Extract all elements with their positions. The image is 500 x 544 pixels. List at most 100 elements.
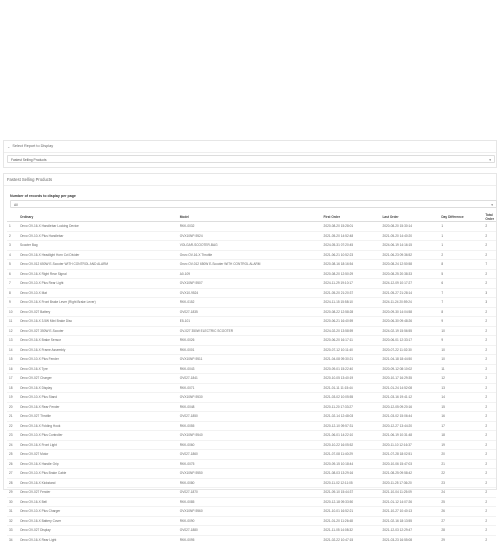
column-header-last-order[interactable]: Last Order xyxy=(380,213,439,222)
column-header-ordinary[interactable]: Ordinary xyxy=(18,213,178,222)
table-row: 16Onvo OV-16-X TyreRKK-00432020-09-01 15… xyxy=(7,364,496,374)
table-row: 30Onvo OV-16-X BellRKK-00852020-12-18 09… xyxy=(7,497,496,507)
cell-row-index: 16 xyxy=(7,364,18,374)
report-title: Fastest Selling Products xyxy=(4,174,496,186)
cell-model: OVX10NP-9524 xyxy=(178,231,322,241)
cell-model: RKK-0055 xyxy=(178,421,322,431)
table-row: 18Onvo OV-16-X DisplayRKK-00712021-01-11… xyxy=(7,383,496,393)
table-row: 17Onvo OV-027 ChargerOV027-18412020-10-0… xyxy=(7,374,496,384)
cell-total-order: 2 xyxy=(483,450,496,460)
cell-day-difference: 6 xyxy=(439,279,483,289)
cell-model: OV027-1880 xyxy=(178,526,322,536)
cell-row-index: 4 xyxy=(7,250,18,260)
cell-last-order: 2020-07-22 11:02:30 xyxy=(380,345,439,355)
cell-last-order: 2020-09-30 14:04:58 xyxy=(380,307,439,317)
cell-product-name: Onvo OV-16-X Rear Fender xyxy=(18,402,178,412)
report-selector-title: Select Report to Display xyxy=(12,141,53,152)
cell-product-name: Onvo OV-16-X Front Brake Lever (Right Br… xyxy=(18,298,178,308)
cell-last-order: 2021-03-02 15:06:44 xyxy=(380,412,439,422)
cell-total-order: 2 xyxy=(483,374,496,384)
cell-first-order: 2020-10-22 16:05:52 xyxy=(322,440,381,450)
cell-first-order: 2020-12-10 09:57:31 xyxy=(322,421,381,431)
cell-total-order: 2 xyxy=(483,383,496,393)
cell-row-index: 13 xyxy=(7,336,18,346)
column-header-first-order[interactable]: First Order xyxy=(322,213,381,222)
table-row: 15Onvo OV-10-X Plus FenderOVX10NP-951120… xyxy=(7,355,496,365)
cell-total-order: 2 xyxy=(483,326,496,336)
cell-first-order: 2020-08-16 18:16:54 xyxy=(322,260,381,270)
cell-product-name: Onvo OV-16-X Tyre xyxy=(18,364,178,374)
column-header-total-order[interactable]: Total Order xyxy=(483,213,496,222)
caret-down-icon: ▾ xyxy=(491,201,493,209)
cell-product-name: Onvo OV-16-X Right Rear Signal xyxy=(18,269,178,279)
report-selector-header[interactable]: ⌄ Select Report to Display xyxy=(4,141,496,153)
cell-first-order: 2021-10-01 16:52:21 xyxy=(322,507,381,517)
column-header-index xyxy=(7,213,18,222)
cell-model: E5-101 xyxy=(178,317,322,327)
cell-last-order: 2021-01-12 14:07:26 xyxy=(380,497,439,507)
cell-day-difference: 14 xyxy=(439,393,483,403)
cell-day-difference: 26 xyxy=(439,507,483,517)
cell-model: RKK-0043 xyxy=(178,364,322,374)
cell-total-order: 2 xyxy=(483,231,496,241)
records-per-page-select[interactable]: All ▾ xyxy=(10,200,497,208)
report-select-dropdown[interactable]: Fastest Selling Products ▾ xyxy=(7,155,495,163)
cell-total-order: 2 xyxy=(483,307,496,317)
cell-last-order: 2024-12-09 10:17:27 xyxy=(380,279,439,289)
cell-model: RKK-0152 xyxy=(178,298,322,308)
cell-row-index: 6 xyxy=(7,269,18,279)
cell-product-name: Onvo OV-10-X Plus Rear Light xyxy=(18,279,178,289)
cell-last-order: 2021-01-24 14:52:08 xyxy=(380,383,439,393)
cell-row-index: 10 xyxy=(7,307,18,317)
cell-row-index: 28 xyxy=(7,478,18,488)
cell-day-difference: 1 xyxy=(439,231,483,241)
cell-day-difference: 9 xyxy=(439,317,483,327)
cell-last-order: 2021-12-03 12:29:47 xyxy=(380,526,439,536)
cell-first-order: 2021-04-08 09:30:21 xyxy=(322,355,381,365)
cell-total-order: 2 xyxy=(483,402,496,412)
table-row: 33Onvo OV-027 DisplayOV027-18802021-11-0… xyxy=(7,526,496,536)
cell-row-index: 33 xyxy=(7,526,18,536)
report-table-body: 1Onvo OV-16-X Handlebar Locking DeviceRK… xyxy=(7,222,496,544)
cell-day-difference: 13 xyxy=(439,383,483,393)
cell-model: RKK-0095 xyxy=(178,535,322,544)
cell-day-difference: 23 xyxy=(439,478,483,488)
cell-total-order: 3 xyxy=(483,288,496,298)
cell-day-difference: 19 xyxy=(439,440,483,450)
records-per-page-value: All xyxy=(14,203,18,207)
cell-last-order: 2021-02-16 18:13:55 xyxy=(380,516,439,526)
report-select-value: Fastest Selling Products xyxy=(11,158,47,162)
cell-row-index: 31 xyxy=(7,507,18,517)
cell-last-order: 2020-09-12 08:10:02 xyxy=(380,364,439,374)
cell-model: OVX10-9524 xyxy=(178,288,322,298)
cell-last-order: 2024-02-19 15:56:55 xyxy=(380,326,439,336)
cell-product-name: Onvo OV-10-X Plus Brake Cable xyxy=(18,469,178,479)
cell-model: Onvo OV-16-X Throttle xyxy=(178,250,322,260)
cell-last-order: 2020-08-24 12:50:58 xyxy=(380,260,439,270)
table-row: 22Onvo OV-16-X Folding HookRKK-00552020-… xyxy=(7,421,496,431)
cell-row-index: 9 xyxy=(7,298,18,308)
table-row: 12Onvo OV-027 350W E-ScooterOV-027 350W … xyxy=(7,326,496,336)
chevron-down-icon[interactable]: ⌄ xyxy=(7,141,10,152)
table-row: 31Onvo OV-10-X Plus ChargerOVX10NP-95602… xyxy=(7,507,496,517)
cell-model: RKK-0048 xyxy=(178,402,322,412)
column-header-model[interactable]: Model xyxy=(178,213,322,222)
cell-model: RKK-0001 xyxy=(178,345,322,355)
cell-row-index: 22 xyxy=(7,421,18,431)
cell-product-name: Onvo OV-16-X 3.5W Mini Brake Disc xyxy=(18,317,178,327)
cell-product-name: Onvo OV-16-X Battery Cover xyxy=(18,516,178,526)
table-row: 13Onvo OV-16-X Brake SensorRKK-00262020-… xyxy=(7,336,496,346)
table-row: 23Onvo OV-10-X Plus ControllerOVX10NP-95… xyxy=(7,431,496,441)
cell-day-difference: 8 xyxy=(439,260,483,270)
cell-first-order: 2020-10-05 13:40:19 xyxy=(322,374,381,384)
cell-model: Onvo OV-012 650W E-Scooter WITH CONTROL … xyxy=(178,260,322,270)
cell-first-order: 2021-07-08 11:40:29 xyxy=(322,450,381,460)
cell-row-index: 27 xyxy=(7,469,18,479)
cell-day-difference: 11 xyxy=(439,364,483,374)
cell-day-difference: 1 xyxy=(439,222,483,232)
cell-row-index: 20 xyxy=(7,402,18,412)
table-row: 8Onvo OV-10-X MatOVX10-95242021-05-20 21… xyxy=(7,288,496,298)
column-header-day-difference[interactable]: Day Difference xyxy=(439,213,483,222)
cell-model: OV027-1841 xyxy=(178,374,322,384)
cell-last-order: 2021-07-28 18:02:51 xyxy=(380,450,439,460)
